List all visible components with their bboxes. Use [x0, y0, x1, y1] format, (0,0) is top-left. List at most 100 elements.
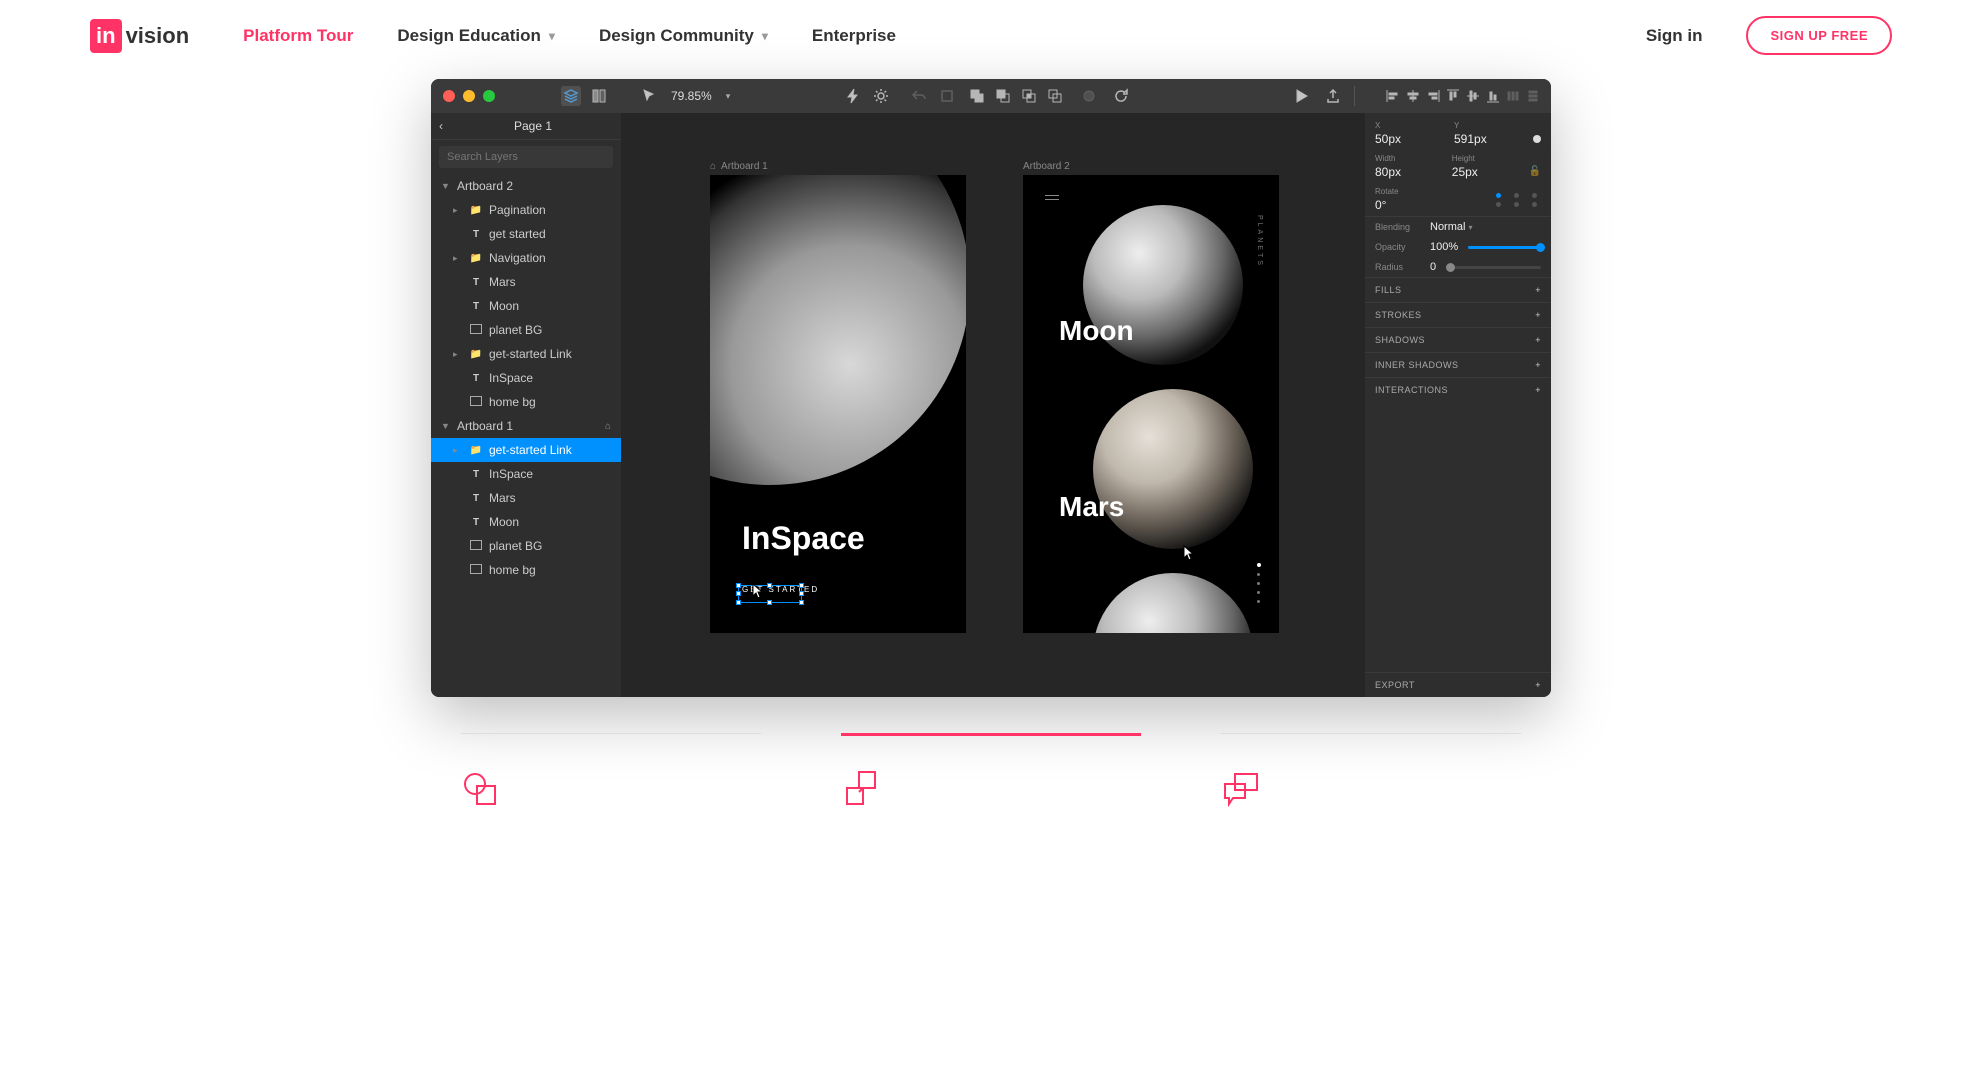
x-value[interactable]: 50px	[1375, 132, 1440, 146]
union-icon[interactable]	[969, 88, 985, 104]
layer-get-started-link-selected[interactable]: ▸📁get-started Link	[431, 438, 621, 462]
transform-origin-grid[interactable]	[1491, 193, 1541, 207]
mars-heading: Mars	[1059, 491, 1124, 523]
strokes-section[interactable]: STROKES+	[1365, 302, 1551, 327]
align-hcenter-icon[interactable]	[1405, 88, 1421, 104]
chevron-down-icon[interactable]: ▾	[726, 91, 731, 102]
signin-link[interactable]: Sign in	[1646, 26, 1703, 46]
back-icon[interactable]: ‹	[439, 119, 453, 133]
close-window-icon[interactable]	[443, 90, 455, 102]
layer-planet-bg[interactable]: planet BG	[431, 318, 621, 342]
radius-slider[interactable]	[1446, 266, 1541, 269]
width-value[interactable]: 80px	[1375, 165, 1438, 179]
library-toggle-icon[interactable]	[591, 88, 607, 104]
artboard-2[interactable]: PLANETS Moon Mars	[1023, 175, 1279, 633]
align-vcenter-icon[interactable]	[1465, 88, 1481, 104]
layer-pagination[interactable]: ▸📁Pagination	[431, 198, 621, 222]
moon-heading: Moon	[1059, 315, 1134, 347]
layer-moon-text[interactable]: Moon	[431, 294, 621, 318]
cursor-icon	[1183, 545, 1195, 561]
plus-icon[interactable]: +	[1535, 285, 1541, 295]
play-preview-icon[interactable]	[1293, 88, 1309, 104]
upload-share-icon[interactable]	[1325, 88, 1341, 104]
window-controls	[431, 90, 495, 102]
align-right-icon[interactable]	[1425, 88, 1441, 104]
plus-icon[interactable]: +	[1535, 680, 1541, 690]
chevron-down-icon: ▾	[549, 29, 555, 43]
layers-toggle-icon[interactable]	[561, 86, 581, 106]
third-planet-image	[1093, 573, 1253, 633]
selection-outline	[738, 585, 802, 603]
nav-enterprise[interactable]: Enterprise	[812, 26, 896, 46]
difference-icon[interactable]	[1047, 88, 1063, 104]
settings-icon[interactable]	[873, 88, 889, 104]
rotate-value[interactable]: 0°	[1375, 198, 1477, 212]
nav-design-education[interactable]: Design Education▾	[397, 26, 555, 46]
plus-icon[interactable]: +	[1535, 360, 1541, 370]
align-bottom-icon[interactable]	[1485, 88, 1501, 104]
layer-inspace-text[interactable]: InSpace	[431, 366, 621, 390]
inner-shadows-section[interactable]: INNER SHADOWS+	[1365, 352, 1551, 377]
home-artboard-icon[interactable]: ⌂	[605, 421, 617, 432]
opacity-value[interactable]: 100%	[1430, 241, 1458, 253]
lock-aspect-icon[interactable]: 🔓	[1529, 166, 1541, 179]
fills-section[interactable]: FILLS+	[1365, 277, 1551, 302]
align-top-icon[interactable]	[1445, 88, 1461, 104]
radius-value[interactable]: 0	[1430, 261, 1436, 273]
nav-platform-tour[interactable]: Platform Tour	[243, 26, 353, 46]
export-section[interactable]: EXPORT+	[1365, 672, 1551, 697]
zoom-level[interactable]: 79.85%	[671, 89, 712, 103]
cloud-sync-icon[interactable]	[1081, 88, 1097, 104]
pointer-tool-icon[interactable]	[641, 88, 657, 104]
signup-button[interactable]: SIGN UP FREE	[1746, 16, 1892, 55]
artboard-1[interactable]: InSpace GET STARTED	[710, 175, 966, 633]
shadows-section[interactable]: SHADOWS+	[1365, 327, 1551, 352]
layer-artboard-2[interactable]: ▼Artboard 2	[431, 174, 621, 198]
subtract-icon[interactable]	[995, 88, 1011, 104]
y-value[interactable]: 591px	[1454, 132, 1519, 146]
minimize-window-icon[interactable]	[463, 90, 475, 102]
studio-app-window: 79.85% ▾	[431, 79, 1551, 697]
blending-select[interactable]: Normal ▾	[1430, 221, 1473, 233]
canvas-area[interactable]: ⌂Artboard 1 InSpace GET STARTED Artboard…	[621, 113, 1365, 697]
layer-moon-text-1[interactable]: Moon	[431, 510, 621, 534]
layer-get-started-link-folder[interactable]: ▸📁get-started Link	[431, 342, 621, 366]
height-value[interactable]: 25px	[1452, 165, 1515, 179]
layer-get-started-text[interactable]: get started	[431, 222, 621, 246]
feature-prototype[interactable]	[841, 733, 1141, 808]
redo-crop-icon[interactable]	[939, 88, 955, 104]
plus-icon[interactable]: +	[1535, 385, 1541, 395]
opacity-slider[interactable]	[1468, 246, 1541, 249]
align-left-icon[interactable]	[1385, 88, 1401, 104]
layer-mars-text[interactable]: Mars	[431, 270, 621, 294]
layer-inspace-text-1[interactable]: InSpace	[431, 462, 621, 486]
interactions-section[interactable]: INTERACTIONS+	[1365, 377, 1551, 402]
planets-side-label: PLANETS	[1256, 215, 1263, 268]
feature-collaborate[interactable]	[1221, 733, 1521, 808]
page-title: Page 1	[453, 119, 613, 133]
lightning-icon[interactable]	[845, 88, 861, 104]
maximize-window-icon[interactable]	[483, 90, 495, 102]
feature-tabs	[0, 733, 1982, 808]
plus-icon[interactable]: +	[1535, 310, 1541, 320]
artboard-1-label[interactable]: ⌂Artboard 1	[710, 161, 768, 172]
page-selector[interactable]: ‹ Page 1	[431, 113, 621, 140]
search-layers-input[interactable]	[439, 146, 613, 168]
artboard-2-label[interactable]: Artboard 2	[1023, 161, 1070, 172]
layer-artboard-1[interactable]: ▼Artboard 1 ⌂	[431, 414, 621, 438]
distribute-h-icon[interactable]	[1505, 88, 1521, 104]
brand-logo[interactable]: invision	[90, 19, 189, 53]
intersect-icon[interactable]	[1021, 88, 1037, 104]
feature-shapes[interactable]	[461, 733, 761, 808]
distribute-v-icon[interactable]	[1525, 88, 1541, 104]
position-pin-icon[interactable]	[1533, 135, 1541, 143]
nav-design-community[interactable]: Design Community▾	[599, 26, 768, 46]
plus-icon[interactable]: +	[1535, 335, 1541, 345]
undo-icon[interactable]	[911, 88, 927, 104]
layer-planet-bg-1[interactable]: planet BG	[431, 534, 621, 558]
layer-home-bg-1[interactable]: home bg	[431, 558, 621, 582]
refresh-icon[interactable]	[1113, 88, 1129, 104]
layer-mars-text-1[interactable]: Mars	[431, 486, 621, 510]
layer-navigation[interactable]: ▸📁Navigation	[431, 246, 621, 270]
layer-home-bg[interactable]: home bg	[431, 390, 621, 414]
